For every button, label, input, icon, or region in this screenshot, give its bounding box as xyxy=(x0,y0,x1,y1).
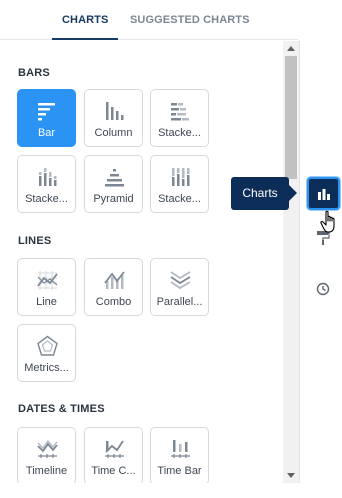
chart-picker-panel: BARS Bar Column Stacke... Stacke... Pyra… xyxy=(0,41,300,483)
chart-type-label: Pyramid xyxy=(93,193,134,205)
chart-type-label: Stacke... xyxy=(158,193,201,205)
scroll-down-arrow-icon[interactable] xyxy=(287,473,295,478)
section-title-bars: BARS xyxy=(18,67,50,79)
chart-type-label: Metrics... xyxy=(24,362,69,374)
tab-charts[interactable]: CHARTS xyxy=(51,0,119,40)
chart-type-stacked-bar[interactable]: Stacke... xyxy=(150,89,209,147)
scroll-thumb[interactable] xyxy=(285,56,297,179)
chart-type-parallel[interactable]: Parallel... xyxy=(150,258,209,316)
charts-sidebar-button[interactable] xyxy=(307,177,340,210)
chart-type-stacked-column[interactable]: Stacke... xyxy=(17,155,76,213)
chart-type-time-bar[interactable]: Time Bar xyxy=(150,427,209,483)
chart-type-label: Bar xyxy=(37,127,56,139)
chart-type-timeline[interactable]: Timeline xyxy=(17,427,76,483)
chart-type-label: Stacke... xyxy=(25,193,68,205)
chart-type-metrics[interactable]: Metrics... xyxy=(17,324,76,382)
bar-chart-icon xyxy=(318,189,330,200)
chart-type-combo[interactable]: Combo xyxy=(84,258,143,316)
clock-icon[interactable] xyxy=(316,282,330,296)
chart-type-line[interactable]: Line xyxy=(17,258,76,316)
time-combo-icon xyxy=(105,440,124,458)
chart-type-column[interactable]: Column xyxy=(84,89,143,147)
chart-type-pyramid[interactable]: Pyramid xyxy=(84,155,143,213)
bar-chart-icon xyxy=(38,103,55,121)
chart-type-label: Time C... xyxy=(91,465,136,477)
charts-tooltip: Charts xyxy=(231,177,297,210)
hand-cursor-icon xyxy=(320,210,335,233)
stacked-column-icon xyxy=(39,168,57,186)
chart-type-bar[interactable]: Bar xyxy=(17,89,76,147)
chart-type-stacked-percent[interactable]: Stacke... xyxy=(150,155,209,213)
chart-type-time-combo[interactable]: Time C... xyxy=(84,427,143,483)
section-title-dates-times: DATES & TIMES xyxy=(18,403,105,415)
chart-type-label: Parallel... xyxy=(156,296,203,308)
chart-type-label: Combo xyxy=(95,296,132,308)
combo-chart-icon xyxy=(104,271,125,289)
column-chart-icon xyxy=(106,102,124,120)
chart-type-label: Stacke... xyxy=(158,127,201,139)
chart-type-label: Timeline xyxy=(25,465,68,477)
chart-type-label: Time Bar xyxy=(157,465,202,477)
tab-suggested-charts[interactable]: SUGGESTED CHARTS xyxy=(130,0,250,40)
chart-type-label: Column xyxy=(94,127,133,139)
timeline-chart-icon xyxy=(37,439,58,458)
stacked-percent-icon xyxy=(172,168,190,186)
scroll-up-arrow-icon[interactable] xyxy=(287,46,295,51)
metrics-radar-icon xyxy=(37,335,58,356)
time-bar-icon xyxy=(171,440,190,458)
chart-tabs: CHARTS SUGGESTED CHARTS xyxy=(0,0,298,40)
chart-type-label: Line xyxy=(36,296,57,308)
pyramid-chart-icon xyxy=(105,169,124,187)
parallel-chart-icon xyxy=(170,271,191,290)
stacked-bar-icon xyxy=(171,103,189,121)
section-title-lines: LINES xyxy=(18,235,52,247)
panel-scrollbar[interactable] xyxy=(283,41,299,483)
line-chart-icon xyxy=(37,271,58,290)
